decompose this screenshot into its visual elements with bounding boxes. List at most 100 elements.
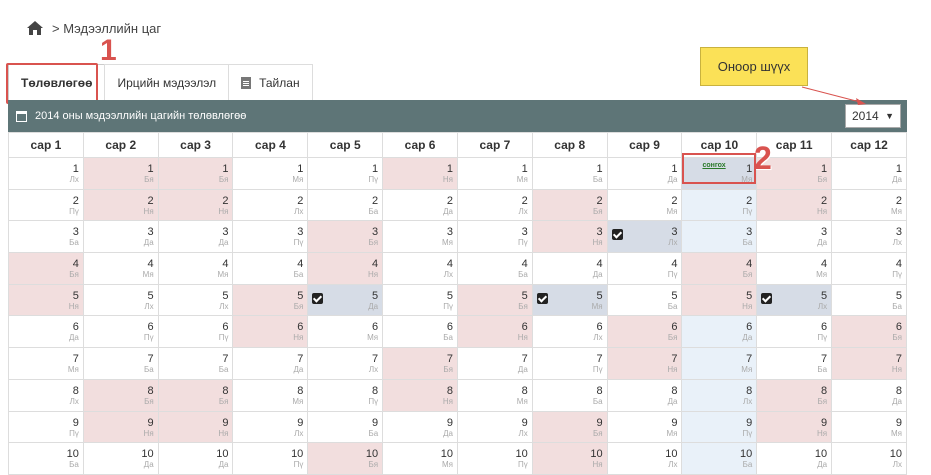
day-cell[interactable]: 8 Ба — [531, 378, 608, 412]
day-cell[interactable]: 3 Да — [157, 220, 234, 254]
day-cell[interactable]: 8 Лх — [8, 378, 84, 412]
checked-checkbox-icon[interactable] — [611, 229, 623, 241]
day-cell[interactable]: 10 Ба — [8, 442, 84, 475]
day-cell[interactable]: 9 Ба — [307, 410, 384, 444]
day-cell[interactable]: 2 Мя — [606, 188, 683, 222]
day-cell[interactable]: 7 Лх — [307, 347, 384, 380]
day-cell[interactable]: 4 Пү — [831, 252, 907, 285]
day-cell[interactable]: 1 Да — [606, 157, 683, 190]
day-cell[interactable]: 7 Мя — [8, 347, 84, 380]
day-cell[interactable]: 1 Мя — [456, 157, 533, 190]
tab-plan[interactable]: Төлөвлөгөө — [8, 64, 106, 100]
day-cell[interactable]: 3 Ня — [531, 220, 608, 254]
day-cell[interactable]: 9 Мя — [831, 410, 907, 444]
day-cell[interactable]: 8 Мя — [456, 378, 533, 412]
day-cell[interactable]: 6 Да — [681, 315, 758, 349]
day-cell[interactable]: 3 Да — [756, 220, 833, 254]
day-cell[interactable]: 3 Лх — [831, 220, 907, 254]
day-cell[interactable]: 9 Ня — [157, 410, 234, 444]
day-cell[interactable]: 3 Бя — [307, 220, 384, 254]
day-cell[interactable]: 6 Бя — [606, 315, 683, 349]
day-cell[interactable]: 9 Ня — [82, 410, 159, 444]
day-cell[interactable]: 10 Пү — [456, 442, 533, 475]
day-cell[interactable]: 1 Бя — [82, 157, 159, 190]
day-cell[interactable]: 7 Ня — [606, 347, 683, 380]
day-cell[interactable]: 7 Ба — [82, 347, 159, 380]
day-cell[interactable]: 5 Бя — [456, 283, 533, 317]
day-cell[interactable]: 4 Мя — [756, 252, 833, 285]
day-cell[interactable]: 3 Ба — [8, 220, 84, 254]
day-cell[interactable]: 4 Пү — [606, 252, 683, 285]
tab-report[interactable]: Тайлан — [228, 64, 313, 100]
day-cell[interactable]: 7 Пү — [531, 347, 608, 380]
day-cell[interactable]: 2 Ня — [756, 188, 833, 222]
day-cell[interactable]: 5 Лх — [756, 283, 833, 317]
day-cell[interactable]: 10 Да — [157, 442, 234, 475]
day-cell[interactable]: 3 Да — [82, 220, 159, 254]
day-cell[interactable]: 1 Лх — [8, 157, 84, 190]
day-cell[interactable]: 8 Да — [831, 378, 907, 412]
day-cell[interactable]: 2 Пү — [8, 188, 84, 222]
day-cell[interactable]: 2 Пү — [681, 188, 758, 222]
choose-link[interactable]: сонгох — [702, 162, 725, 169]
day-cell[interactable]: 10 Да — [756, 442, 833, 475]
day-cell[interactable]: 7 Да — [456, 347, 533, 380]
tab-attendance[interactable]: Ирцийн мэдээлэл — [104, 64, 230, 100]
day-cell[interactable]: 5 Мя — [531, 283, 608, 317]
day-cell[interactable]: 5 Пү — [382, 283, 458, 317]
day-cell[interactable]: 2 Ба — [307, 188, 384, 222]
day-cell[interactable]: 10 Лх — [606, 442, 683, 475]
day-cell[interactable]: 9 Лх — [232, 410, 309, 444]
day-cell[interactable]: 5 Лх — [157, 283, 234, 317]
day-cell[interactable]: 1 Пү — [307, 157, 384, 190]
day-cell[interactable]: 4 Ня — [307, 252, 384, 285]
day-cell[interactable]: 8 Мя — [232, 378, 309, 412]
day-cell[interactable]: 8 Бя — [157, 378, 234, 412]
day-cell[interactable]: 7 Ба — [756, 347, 833, 380]
day-cell[interactable]: 4 Бя — [8, 252, 84, 285]
day-cell[interactable]: 10 Да — [82, 442, 159, 475]
day-cell[interactable]: 2 Да — [382, 188, 458, 222]
day-cell[interactable]: 9 Бя — [531, 410, 608, 444]
day-cell[interactable]: 8 Бя — [82, 378, 159, 412]
day-cell[interactable]: 5 Да — [307, 283, 384, 317]
day-cell[interactable]: 5 Бя — [232, 283, 309, 317]
day-cell[interactable]: 5 Лх — [82, 283, 159, 317]
home-icon[interactable] — [26, 20, 44, 36]
day-cell[interactable]: 8 Лх — [681, 378, 758, 412]
day-cell[interactable]: 10 Лх — [831, 442, 907, 475]
day-cell[interactable]: 3 Ба — [681, 220, 758, 254]
day-cell[interactable]: 9 Ня — [756, 410, 833, 444]
day-cell[interactable]: 9 Да — [382, 410, 458, 444]
day-cell[interactable]: 8 Ня — [382, 378, 458, 412]
day-cell[interactable]: 6 Мя — [307, 315, 384, 349]
day-cell[interactable]: 6 Лх — [531, 315, 608, 349]
day-cell[interactable]: 2 Лх — [456, 188, 533, 222]
day-cell[interactable]: 4 Мя — [157, 252, 234, 285]
day-cell[interactable]: 9 Пү — [8, 410, 84, 444]
day-cell[interactable]: 3 Пү — [456, 220, 533, 254]
day-cell[interactable]: 7 Мя — [681, 347, 758, 380]
day-cell[interactable]: 1 Бя — [157, 157, 234, 190]
day-cell[interactable]: 5 Ба — [606, 283, 683, 317]
day-cell[interactable]: 2 Ня — [82, 188, 159, 222]
day-cell[interactable]: 4 Да — [531, 252, 608, 285]
day-cell[interactable]: 2 Бя — [531, 188, 608, 222]
day-cell[interactable]: 6 Пү — [157, 315, 234, 349]
day-cell[interactable]: 4 Ба — [232, 252, 309, 285]
year-select[interactable]: 2014 ▼ — [845, 104, 901, 128]
checked-checkbox-icon[interactable] — [536, 292, 548, 304]
day-cell[interactable]: 9 Лх — [456, 410, 533, 444]
day-cell[interactable]: 10 Пү — [232, 442, 309, 475]
day-cell[interactable]: 1 Ня — [382, 157, 458, 190]
day-cell[interactable]: сонгох 1 Мя — [681, 157, 758, 190]
day-cell[interactable]: 9 Мя — [606, 410, 683, 444]
day-cell[interactable]: 7 Бя — [382, 347, 458, 380]
day-cell[interactable]: 8 Да — [606, 378, 683, 412]
day-cell[interactable]: 10 Ба — [681, 442, 758, 475]
day-cell[interactable]: 9 Пү — [681, 410, 758, 444]
day-cell[interactable]: 5 Ня — [8, 283, 84, 317]
day-cell[interactable]: 2 Мя — [831, 188, 907, 222]
day-cell[interactable]: 1 Ба — [531, 157, 608, 190]
checked-checkbox-icon[interactable] — [312, 292, 324, 304]
